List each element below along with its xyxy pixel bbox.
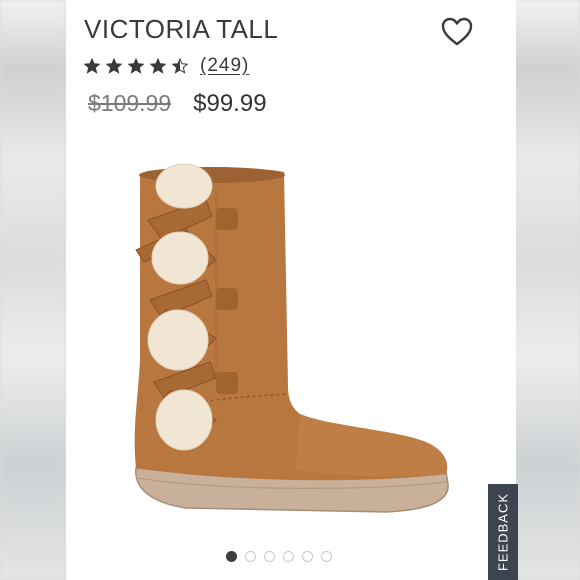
product-image-boot[interactable]	[66, 150, 516, 535]
star-rating	[84, 58, 188, 74]
original-price: $109.99	[88, 90, 172, 116]
product-card: VICTORIA TALL (249) $109.99 $99.99	[66, 0, 516, 580]
background-blur-right	[514, 0, 580, 580]
heart-outline-icon	[441, 17, 473, 46]
star-icon	[128, 58, 144, 74]
rating-row: (249)	[84, 54, 249, 78]
wishlist-button[interactable]	[440, 16, 474, 48]
star-icon	[172, 58, 188, 74]
carousel-dot[interactable]	[226, 551, 237, 562]
carousel-dot[interactable]	[264, 551, 275, 562]
product-title: VICTORIA TALL	[84, 14, 279, 44]
price-row: $109.99 $99.99	[88, 90, 267, 118]
feedback-tab-label: FEEDBACK	[495, 492, 511, 572]
carousel-dot[interactable]	[321, 551, 332, 562]
star-icon	[150, 58, 166, 74]
carousel-dot[interactable]	[245, 551, 256, 562]
star-icon	[84, 58, 100, 74]
carousel-dot[interactable]	[283, 551, 294, 562]
carousel-dots	[226, 551, 332, 562]
carousel-dot[interactable]	[302, 551, 313, 562]
background-blur-left	[0, 0, 66, 580]
sale-price: $99.99	[193, 90, 267, 117]
star-icon	[106, 58, 122, 74]
review-count-link[interactable]: (249)	[200, 55, 249, 77]
feedback-tab[interactable]: FEEDBACK	[488, 484, 518, 580]
